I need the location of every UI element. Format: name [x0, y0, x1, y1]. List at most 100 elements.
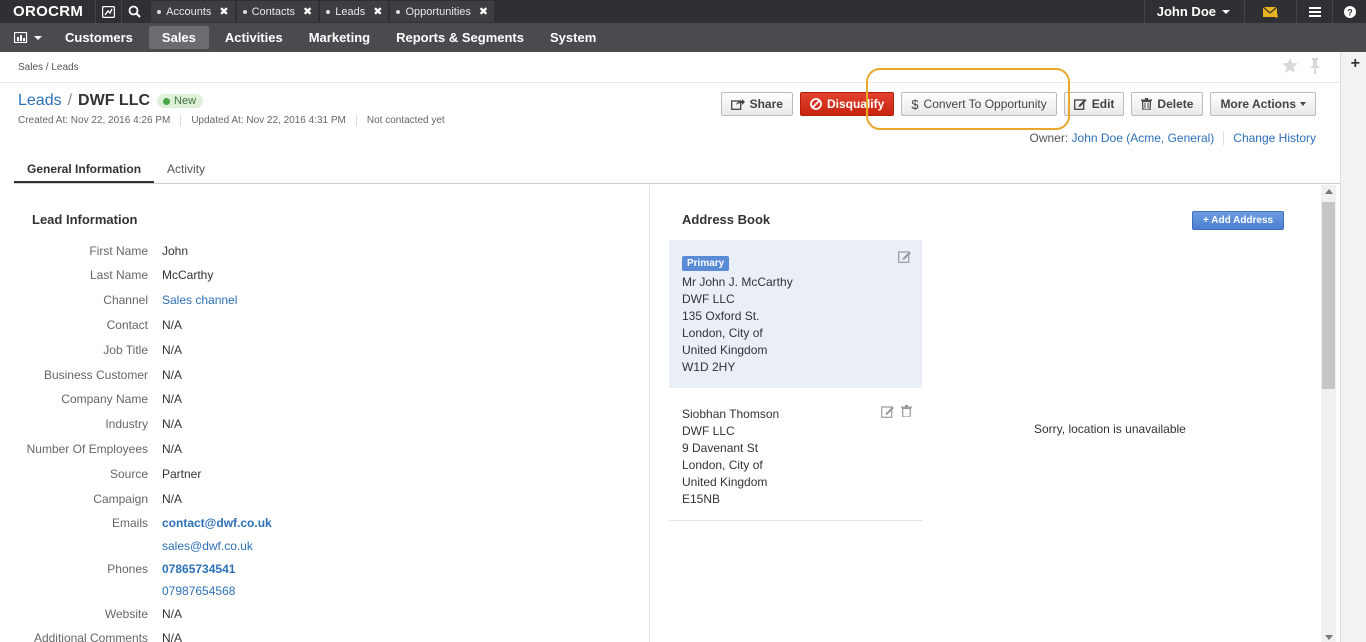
owner-label: Owner: [1029, 131, 1069, 145]
share-button[interactable]: Share [720, 92, 793, 116]
pin-icon[interactable] [1308, 58, 1322, 74]
status-label: New [174, 95, 197, 107]
trash-icon[interactable] [901, 405, 912, 417]
field-label [0, 539, 162, 553]
edit-icon [1073, 98, 1087, 110]
status-badge: New [157, 94, 204, 108]
created-at: Created At: Nov 22, 2016 4:26 PM [18, 115, 182, 126]
field-value: Partner [162, 467, 202, 481]
trash-icon [1141, 98, 1153, 110]
edit-icon[interactable] [881, 405, 895, 418]
app-logo[interactable]: OROCRM [0, 0, 95, 23]
updated-at: Updated At: Nov 22, 2016 4:31 PM [191, 115, 357, 126]
change-history-link[interactable]: Change History [1233, 131, 1316, 145]
close-icon[interactable]: ✖ [479, 5, 488, 18]
top-right-controls: John Doe 3 ? [1143, 0, 1366, 23]
pinned-tab-contacts[interactable]: Contacts ✖ [236, 1, 319, 22]
leads-link[interactable]: Leads [18, 92, 62, 110]
address-line: United Kingdom [682, 343, 768, 357]
edit-icon[interactable] [898, 250, 912, 263]
phone-link[interactable]: 07987654568 [162, 584, 235, 598]
field-label: Campaign [93, 492, 148, 506]
owner-org-link[interactable]: (Acme, General) [1126, 131, 1214, 145]
address-card-primary[interactable]: Primary Mr John J. McCarthy DWF LLC 135 … [669, 240, 922, 388]
page-favorite-controls [1282, 58, 1322, 74]
field-emails-secondary: sales@dwf.co.uk [0, 539, 600, 553]
dashboards-menu[interactable] [0, 23, 52, 52]
action-buttons: Share Disqualify $ Convert To Opportunit… [720, 92, 1316, 116]
field-value: N/A [162, 631, 183, 642]
owner-link[interactable]: John Doe [1072, 131, 1123, 145]
main-navigation: Customers Sales Activities Marketing Rep… [0, 23, 1366, 52]
pinned-tab-leads[interactable]: Leads ✖ [320, 1, 389, 22]
search-icon[interactable] [121, 0, 147, 23]
scroll-down-icon[interactable] [1325, 635, 1333, 640]
question-icon[interactable]: ? [1332, 0, 1366, 23]
field-phones-secondary: 07987654568 [0, 584, 600, 598]
field-value: N/A [162, 343, 183, 357]
phone-link[interactable]: 07865734541 [162, 562, 235, 576]
nav-sales[interactable]: Sales [148, 26, 209, 49]
page-title: Leads / DWF LLC New [18, 92, 204, 110]
dollar-icon: $ [911, 96, 919, 112]
nav-activities[interactable]: Activities [212, 23, 296, 52]
field-value: McCarthy [162, 268, 214, 282]
hamburger-icon[interactable] [1296, 0, 1332, 23]
plus-icon[interactable]: + [1351, 55, 1360, 73]
pinned-tab-label: Opportunities [405, 5, 471, 18]
email-link[interactable]: sales@dwf.co.uk [162, 539, 253, 553]
channel-link[interactable]: Sales channel [162, 293, 237, 307]
field-label: Emails [111, 516, 148, 530]
lead-information-title: Lead Information [32, 212, 138, 227]
field-label: Phones [107, 562, 148, 576]
more-actions-button[interactable]: More Actions [1210, 92, 1316, 116]
bullet-icon [157, 9, 162, 14]
bar-chart-icon [14, 32, 28, 43]
nav-system[interactable]: System [537, 23, 609, 52]
field-label: Last Name [89, 268, 148, 282]
disqualify-button[interactable]: Disqualify [799, 92, 895, 116]
close-icon[interactable]: ✖ [303, 5, 312, 18]
user-menu[interactable]: John Doe [1143, 0, 1244, 23]
star-icon[interactable] [1282, 58, 1298, 73]
edit-button[interactable]: Edit [1063, 92, 1125, 116]
add-address-button[interactable]: + Add Address [1192, 211, 1285, 230]
record-meta: Created At: Nov 22, 2016 4:26 PM Updated… [18, 115, 465, 126]
address-line: 9 Davenant St [682, 441, 759, 455]
field-value: N/A [162, 318, 183, 332]
field-phones: Phones 07865734541 [0, 562, 600, 576]
scrollbar-thumb[interactable] [1322, 202, 1335, 389]
address-card-secondary[interactable]: Siobhan Thomson DWF LLC 9 Davenant St Lo… [669, 391, 922, 521]
nav-marketing[interactable]: Marketing [296, 23, 383, 52]
nav-customers[interactable]: Customers [52, 23, 146, 52]
status-dot-icon [163, 97, 171, 105]
field-label: Number Of Employees [26, 442, 148, 456]
address-line: DWF LLC [682, 424, 735, 438]
map-unavailable-message: Sorry, location is unavailable [1034, 422, 1186, 436]
close-icon[interactable]: ✖ [219, 5, 228, 18]
field-campaign: Campaign N/A [0, 492, 600, 506]
address-line: Mr John J. McCarthy [682, 275, 793, 289]
field-contact: Contact N/A [0, 318, 600, 332]
disqualify-label: Disqualify [826, 97, 885, 111]
lead-information-section: Lead Information First Name John Last Nam… [0, 185, 650, 642]
address-line: W1D 2HY [682, 360, 736, 374]
close-icon[interactable]: ✖ [373, 5, 382, 18]
dashboard-icon[interactable] [95, 0, 121, 23]
lead-name: DWF LLC [78, 92, 151, 109]
delete-button[interactable]: Delete [1131, 92, 1204, 116]
envelope-icon[interactable]: 3 [1244, 0, 1296, 23]
tab-activity[interactable]: Activity [154, 156, 218, 183]
tab-general-information[interactable]: General Information [14, 156, 155, 183]
email-link[interactable]: contact@dwf.co.uk [162, 516, 272, 530]
scroll-up-icon[interactable] [1325, 189, 1333, 194]
address-book-title: Address Book [682, 212, 771, 227]
pinned-tab-accounts[interactable]: Accounts ✖ [151, 1, 235, 22]
nav-reports-segments[interactable]: Reports & Segments [383, 23, 537, 52]
pinned-tab-label: Leads [335, 5, 366, 18]
vertical-scrollbar[interactable] [1321, 185, 1336, 642]
field-label: Business Customer [43, 368, 148, 382]
field-emails: Emails contact@dwf.co.uk [0, 516, 600, 530]
convert-to-opportunity-button[interactable]: $ Convert To Opportunity [901, 92, 1057, 116]
pinned-tab-opportunities[interactable]: Opportunities ✖ [390, 1, 495, 22]
